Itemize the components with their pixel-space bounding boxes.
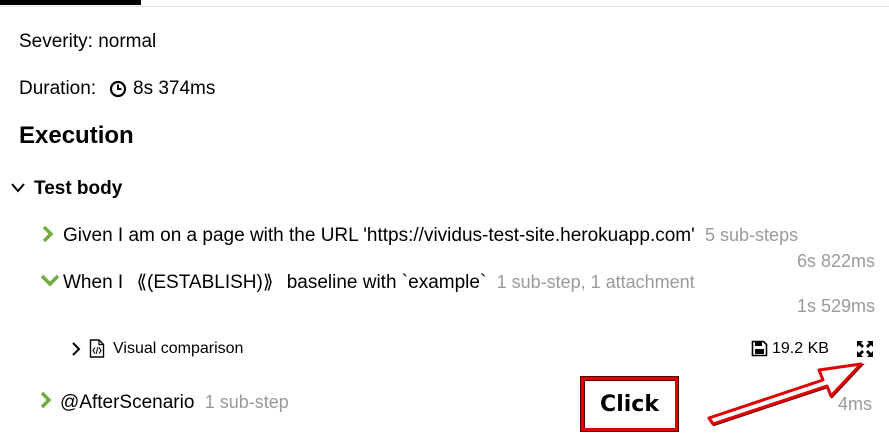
clock-icon — [109, 80, 127, 98]
step-afterscenario-row[interactable]: @AfterScenario 1 sub-step — [60, 392, 289, 418]
duration-value: 8s 374ms — [133, 78, 216, 99]
attachment-name[interactable]: Visual comparison — [113, 340, 243, 358]
annotation-arrow — [707, 362, 865, 427]
chevron-down-icon[interactable] — [39, 273, 61, 287]
step-duration: 6s 822ms — [796, 251, 875, 271]
step-text-suffix: baseline with `example` — [286, 272, 487, 293]
step-given-row[interactable]: Given I am on a page with the URL 'https… — [63, 225, 798, 251]
tab-bar — [0, 0, 889, 7]
callout-label: Click — [600, 391, 659, 417]
step-meta: 5 sub-steps — [705, 225, 799, 245]
step-duration: 1s 529ms — [796, 296, 875, 316]
execution-heading: Execution — [19, 122, 134, 149]
step-meta: 1 sub-step — [204, 392, 289, 412]
step-text: @AfterScenario — [60, 392, 195, 413]
code-file-icon — [89, 339, 105, 358]
step-text: Given I am on a page with the URL 'https… — [63, 225, 695, 246]
chevron-right-icon[interactable] — [39, 391, 53, 409]
chevron-right-icon[interactable] — [41, 225, 55, 243]
test-body-label[interactable]: Test body — [34, 178, 122, 200]
severity-label: Severity: normal — [19, 31, 157, 52]
duration-label: Duration: — [19, 78, 97, 99]
step-when-row[interactable]: When I ⟪(ESTABLISH)⟫ baseline with `exam… — [63, 271, 695, 297]
click-callout: Click — [580, 376, 679, 432]
step-text-marker: ⟪(ESTABLISH)⟫ — [136, 272, 274, 293]
active-tab-indicator[interactable] — [0, 0, 141, 5]
chevron-right-icon[interactable] — [71, 341, 81, 357]
step-meta: 1 sub-step, 1 attachment — [496, 272, 695, 292]
step-text-prefix: When I — [63, 272, 124, 293]
chevron-down-icon[interactable] — [10, 181, 26, 195]
